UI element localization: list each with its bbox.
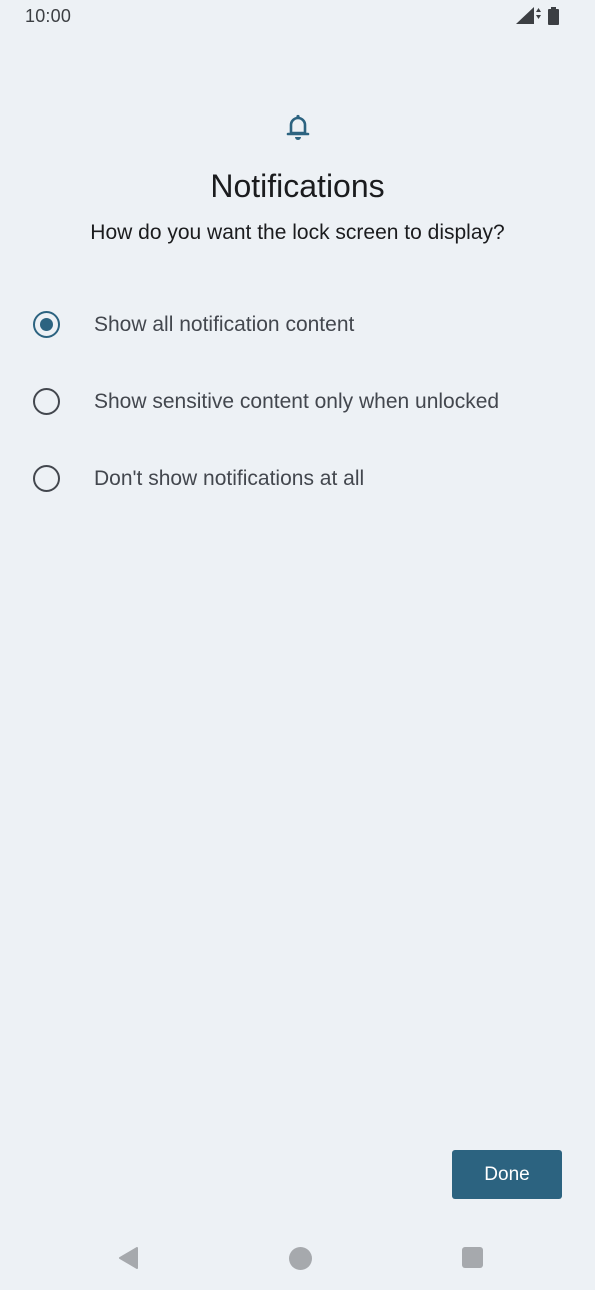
recents-square-icon[interactable] [462, 1247, 483, 1268]
option-label: Show sensitive content only when unlocke… [94, 389, 500, 413]
screen: 10:00 Notifications How do you want the … [0, 0, 595, 1290]
radio-button[interactable] [33, 465, 60, 492]
status-time: 10:00 [25, 6, 72, 26]
cell-signal-icon [516, 7, 542, 25]
navigation-bar [0, 1232, 595, 1284]
radio-button-selected[interactable] [33, 311, 60, 338]
option-label: Don't show notifications at all [94, 466, 365, 490]
battery-icon [548, 7, 559, 25]
bell-icon [284, 112, 312, 142]
option-sensitive-when-unlocked[interactable]: Show sensitive content only when unlocke… [0, 363, 595, 440]
status-icons [516, 7, 559, 25]
option-dont-show[interactable]: Don't show notifications at all [0, 440, 595, 517]
lock-screen-options: Show all notification content Show sensi… [0, 286, 595, 517]
option-label: Show all notification content [94, 312, 355, 336]
home-circle-icon[interactable] [289, 1247, 312, 1270]
page-subtitle: How do you want the lock screen to displ… [90, 221, 505, 244]
back-triangle-icon[interactable] [117, 1246, 139, 1275]
status-bar: 10:00 [0, 0, 595, 34]
radio-button[interactable] [33, 388, 60, 415]
done-button[interactable]: Done [452, 1150, 562, 1199]
option-show-all[interactable]: Show all notification content [0, 286, 595, 363]
page-title: Notifications [210, 168, 385, 204]
